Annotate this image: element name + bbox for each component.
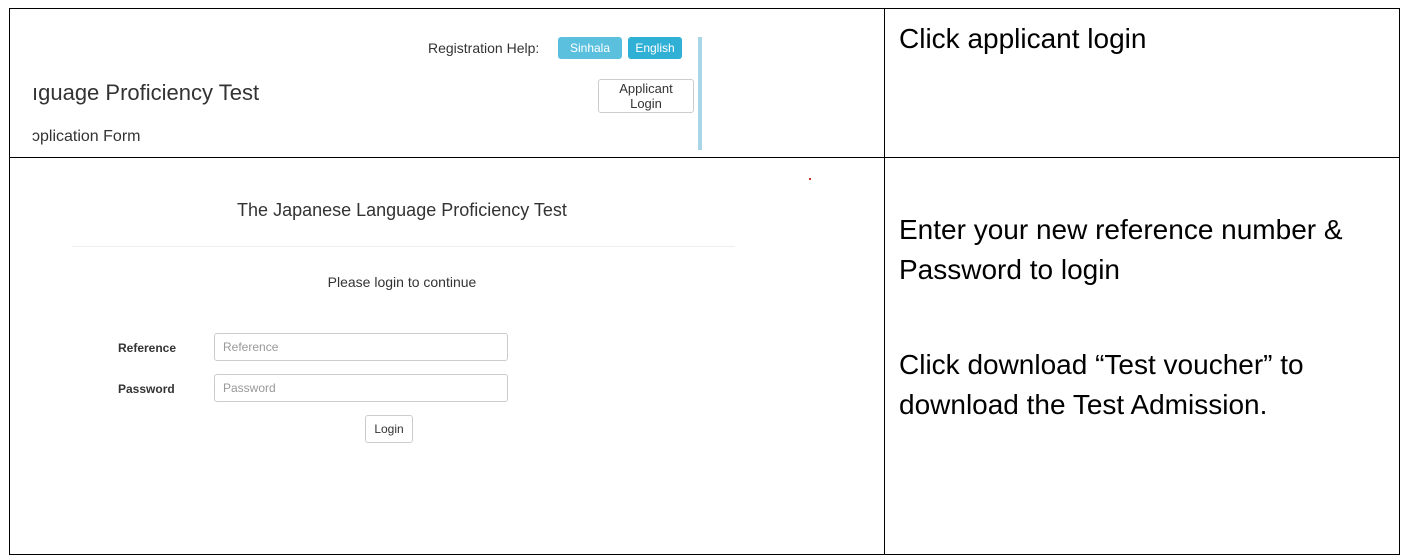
login-subtitle: Please login to continue [327, 274, 477, 290]
instruction-step-1: Click applicant login [899, 23, 1147, 54]
header-screenshot: Registration Help: Sinhala English ıguag… [22, 10, 702, 150]
english-help-button[interactable]: English [628, 37, 682, 59]
stray-mark [809, 178, 811, 180]
password-input[interactable] [214, 374, 508, 402]
applicant-login-button[interactable]: Applicant Login [598, 79, 694, 113]
title-divider [72, 246, 735, 247]
panel-accent-bar [698, 37, 702, 150]
login-page-title: The Japanese Language Proficiency Test [237, 200, 567, 220]
test-title: ıguage Proficiency Test [32, 80, 260, 105]
row-divider [10, 157, 1399, 158]
registration-help-label: Registration Help: [428, 40, 540, 56]
form-title: ɔplication Form [32, 128, 141, 145]
reference-input[interactable] [214, 333, 508, 361]
sinhala-help-button[interactable]: Sinhala [558, 37, 622, 59]
instruction-step-3: Click download “Test voucher” to downloa… [899, 349, 1304, 420]
login-screenshot: The Japanese Language Proficiency Test P… [22, 160, 872, 540]
login-button[interactable]: Login [365, 415, 413, 443]
column-divider [884, 9, 885, 554]
reference-label: Reference [118, 341, 177, 355]
password-label: Password [118, 382, 175, 396]
instruction-step-2: Enter your new reference number & Passwo… [899, 214, 1343, 285]
